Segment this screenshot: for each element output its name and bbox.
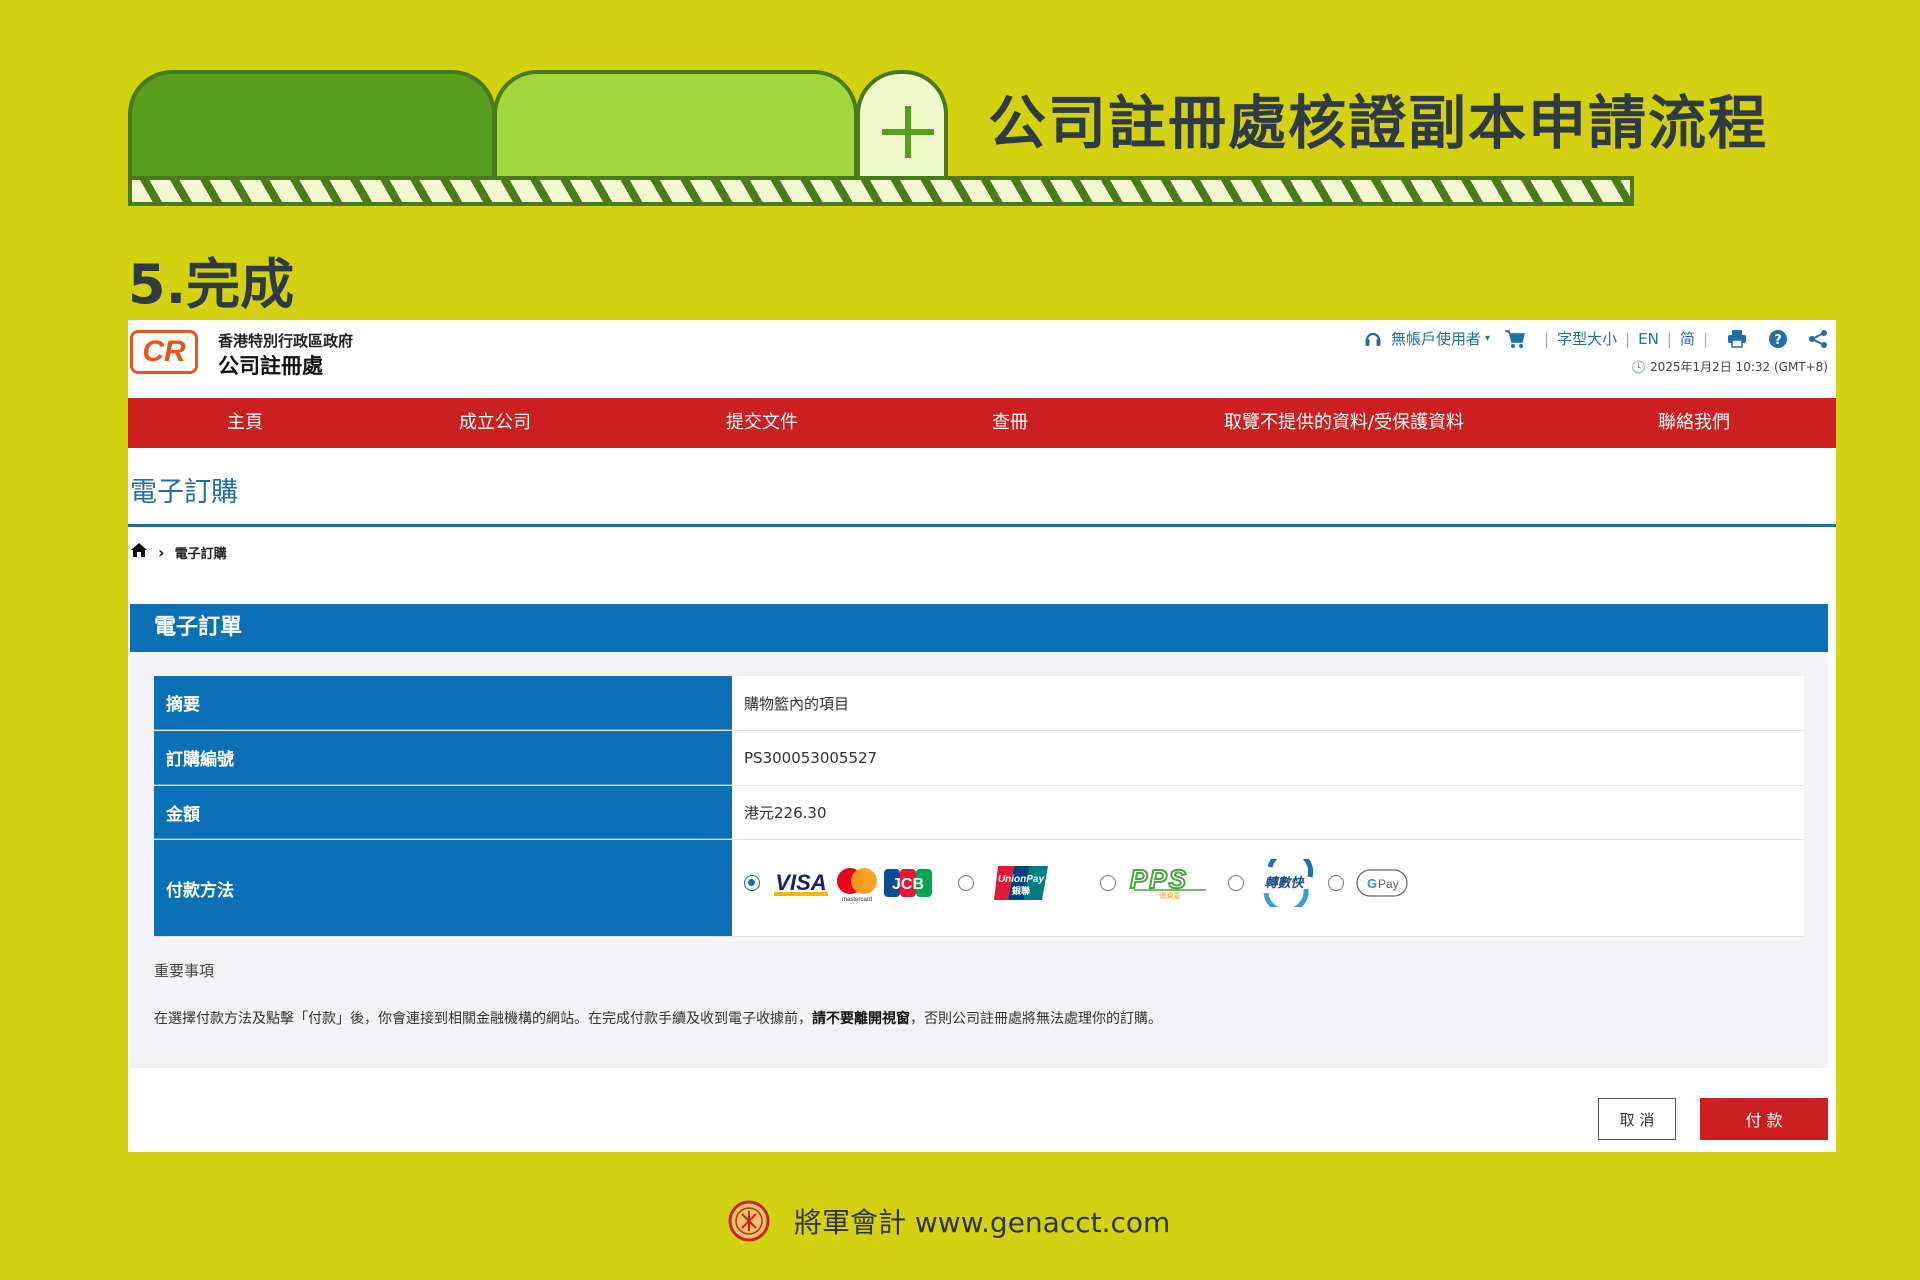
table-row: 摘要 購物籃內的項目: [154, 676, 1804, 731]
summary-label: 摘要: [154, 676, 732, 730]
svg-text:銀聯: 銀聯: [1012, 885, 1030, 897]
share-icon[interactable]: [1808, 329, 1828, 349]
user-menu[interactable]: 無帳戶使用者: [1391, 328, 1481, 349]
home-icon[interactable]: [130, 542, 148, 562]
breadcrumb-current: 電子訂購: [174, 546, 227, 562]
utility-bar: 無帳戶使用者 ▾ | 字型大小 | EN | 简 | ?: [1363, 328, 1828, 349]
important-notes-heading: 重要事項: [154, 962, 215, 980]
user-headset-icon: [1363, 329, 1383, 349]
footer: 將軍會計 www.genacct.com: [728, 1200, 1170, 1242]
svg-text:?: ?: [1774, 333, 1782, 348]
print-icon[interactable]: [1726, 329, 1748, 349]
main-nav: 主頁 成立公司 提交文件 查冊 取覽不提供的資料/受保護資料 聯絡我們: [128, 398, 1836, 448]
unionpay-logo: UnionPay 銀聯: [994, 864, 1050, 902]
order-number-value: PS300053005527: [732, 731, 1804, 785]
svg-text:UnionPay: UnionPay: [998, 874, 1045, 885]
registry-name: 公司註冊處: [218, 354, 323, 378]
font-size-link[interactable]: 字型大小: [1557, 328, 1617, 349]
chevron-right-icon: ›: [158, 542, 165, 562]
decor-striped-bar: [128, 176, 1634, 206]
visa-mastercard-jcb-logo: VISA mastercard JCB: [770, 863, 936, 903]
nav-incorporate[interactable]: 成立公司: [459, 398, 531, 448]
svg-text:VISA: VISA: [775, 870, 826, 895]
seal-logo: [728, 1200, 770, 1242]
lang-en-link[interactable]: EN: [1638, 330, 1659, 348]
important-notes-text: 在選擇付款方法及點擊「付款」後，你會連接到相關金融機構的網站。在完成付款手續及收…: [154, 1008, 1162, 1028]
step-title: 5.完成: [128, 253, 295, 316]
payment-radio-card[interactable]: [744, 875, 760, 891]
payment-radio-pps[interactable]: [1100, 875, 1116, 891]
decor-tab-light-green: [493, 70, 858, 182]
nav-home[interactable]: 主頁: [227, 398, 263, 448]
datetime-text: 2025年1月2日 10:32 (GMT+8): [1649, 360, 1828, 374]
cancel-button[interactable]: 取 消: [1598, 1098, 1676, 1140]
nav-file-documents[interactable]: 提交文件: [726, 398, 798, 448]
gpay-logo: G Pay: [1356, 869, 1408, 897]
lang-sc-link[interactable]: 简: [1680, 328, 1695, 349]
payment-method-label: 付款方法: [154, 840, 732, 936]
nav-contact[interactable]: 聯絡我們: [1658, 398, 1730, 448]
svg-text:JCB: JCB: [892, 876, 924, 893]
gov-name: 香港特別行政區政府: [218, 332, 354, 350]
summary-value: 購物籃內的項目: [732, 676, 1804, 730]
notice-text: 在選擇付款方法及點擊「付款」後，你會連接到相關金融機構的網站。在完成付款手續及收…: [154, 1011, 812, 1027]
slide-title: 公司註冊處核證副本申請流程: [988, 89, 1769, 157]
footer-text: 將軍會計 www.genacct.com: [794, 1206, 1171, 1239]
chevron-down-icon: ▾: [1484, 333, 1491, 344]
table-row: 付款方法 VISA mastercard JCB UnionPay 銀聯 PPS…: [154, 840, 1804, 937]
payment-radio-gpay[interactable]: [1328, 875, 1344, 891]
order-panel-title: 電子訂單: [130, 604, 1828, 652]
notice-text-end: ，否則公司註冊處將無法處理你的訂購。: [910, 1011, 1162, 1027]
heading-divider: [128, 524, 1836, 527]
notice-warning: 請不要離開視窗: [812, 1011, 910, 1027]
website-screenshot: CR 香港特別行政區政府 公司註冊處 無帳戶使用者 ▾ | 字型大小 | EN …: [128, 320, 1836, 1152]
order-number-label: 訂購編號: [154, 731, 732, 785]
svg-text:轉數快: 轉數快: [1264, 875, 1305, 891]
help-icon[interactable]: ?: [1768, 329, 1788, 349]
pay-button[interactable]: 付 款: [1700, 1098, 1828, 1140]
nav-search[interactable]: 查冊: [992, 398, 1028, 448]
order-panel: 電子訂單 摘要 購物籃內的項目 訂購編號 PS300053005527 金額 港…: [130, 604, 1828, 1068]
amount-label: 金額: [154, 786, 732, 839]
pps-logo: PPS 繳費靈: [1128, 866, 1210, 900]
decor-tab-dark-green: [128, 70, 496, 182]
datetime-display: 🕓 2025年1月2日 10:32 (GMT+8): [1631, 358, 1828, 375]
svg-text:G: G: [1367, 876, 1377, 891]
clock-icon: 🕓: [1631, 360, 1650, 374]
page-heading: 電子訂購: [130, 477, 238, 508]
svg-text:繳費靈: 繳費靈: [1160, 891, 1181, 900]
amount-value: 港元226.30: [732, 786, 1804, 839]
payment-radio-unionpay[interactable]: [958, 875, 974, 891]
fps-logo: 轉數快: [1248, 859, 1318, 907]
plus-icon: [882, 106, 934, 158]
decor-tab-plus: [856, 70, 948, 182]
table-row: 金額 港元226.30: [154, 786, 1804, 840]
cart-icon[interactable]: [1504, 329, 1526, 349]
breadcrumb: › 電子訂購: [130, 542, 227, 562]
table-row: 訂購編號 PS300053005527: [154, 731, 1804, 786]
nav-protected-info[interactable]: 取覽不提供的資料/受保護資料: [1224, 398, 1464, 448]
payment-options: VISA mastercard JCB UnionPay 銀聯 PPS 繳費靈 …: [732, 840, 1804, 936]
svg-text:mastercard: mastercard: [842, 897, 872, 903]
order-table: 摘要 購物籃內的項目 訂購編號 PS300053005527 金額 港元226.…: [154, 676, 1804, 937]
payment-radio-fps[interactable]: [1228, 875, 1244, 891]
cr-logo[interactable]: CR: [130, 330, 198, 374]
svg-text:Pay: Pay: [1378, 877, 1399, 891]
